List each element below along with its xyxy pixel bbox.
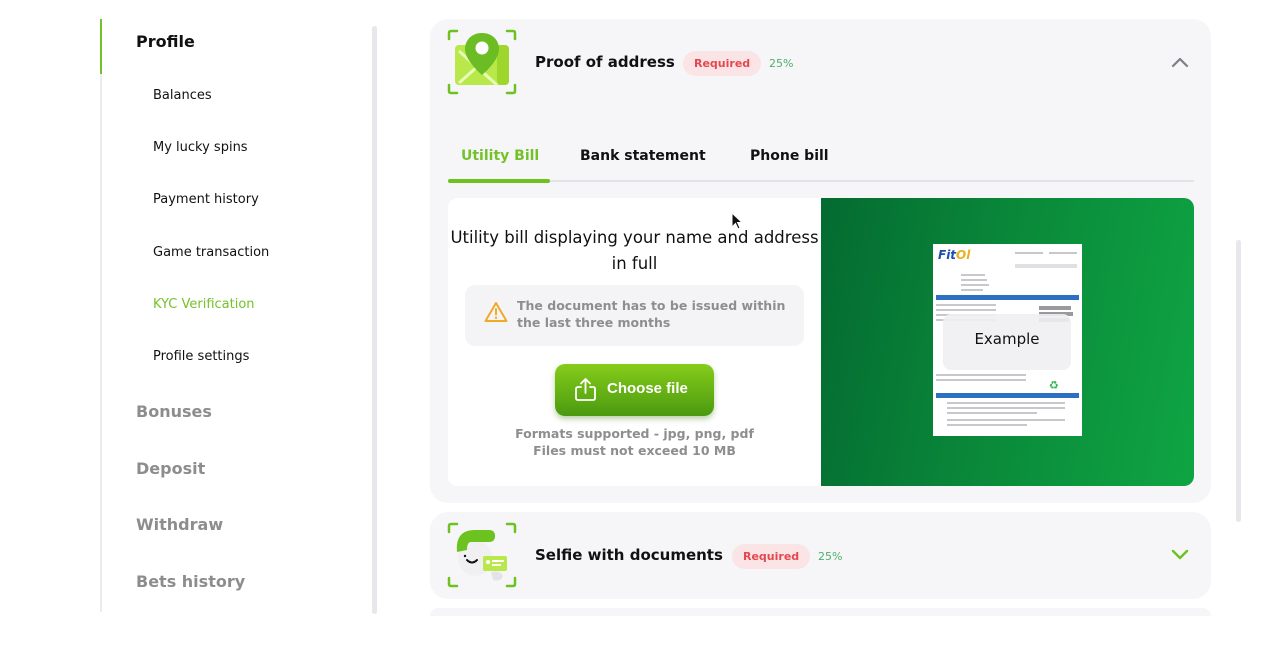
progress-percent: 25% [769,57,794,70]
sidebar-divider [100,19,102,612]
size-limit-text: Files must not exceed 10 MB [533,443,736,458]
formats-supported-text: Formats supported - jpg, png, pdf [515,426,754,441]
sidebar-item-kyc-verification[interactable]: KYC Verification [153,297,255,312]
recycle-icon: ♻ [1049,379,1059,392]
upload-instructions: Utility bill displaying your name and ad… [448,198,821,486]
selfie-id-icon [447,522,517,588]
proof-of-address-header[interactable]: Proof of address Required 25% [430,19,1211,107]
warning-box: The document has to be issued within the… [465,285,804,346]
tab-track [448,180,1194,182]
card-title: Proof of address [535,53,675,71]
sidebar-scrollbar[interactable] [372,26,377,614]
example-bill-logo: FitOl [938,248,971,262]
proof-of-address-card: Proof of address Required 25% Utility Bi… [430,19,1211,503]
example-label: Example [974,330,1040,348]
sidebar-item-balances[interactable]: Balances [153,88,212,103]
example-overlay: Example [943,314,1071,370]
sidebar-active-indicator [100,19,102,74]
example-preview: FitOl ♻ Example [821,198,1194,486]
document-type-tabs: Utility Bill Bank statement Phone bill [448,146,1194,183]
sidebar-item-bonuses[interactable]: Bonuses [136,402,212,421]
tab-utility-bill[interactable]: Utility Bill [461,148,539,164]
upload-icon [575,378,596,401]
document-requirement-title: Utility bill displaying your name and ad… [450,228,819,273]
file-requirements: Formats supported - jpg, png, pdf Files … [448,425,821,459]
progress-percent: 25% [818,550,843,563]
choose-file-label: Choose file [607,380,688,397]
selfie-with-documents-card: Selfie with documents Required 25% [430,512,1211,599]
main-scrollbar[interactable] [1236,240,1241,522]
sidebar-item-bets-history[interactable]: Bets history [136,572,245,591]
choose-file-button[interactable]: Choose file [555,364,714,416]
next-verification-card[interactable] [430,608,1211,616]
sidebar-item-profile-settings[interactable]: Profile settings [153,349,249,364]
active-tab-indicator [448,179,550,183]
required-badge: Required [683,51,762,76]
warning-icon [484,302,508,322]
sidebar-item-profile[interactable]: Profile [136,32,195,51]
sidebar-item-payment-history[interactable]: Payment history [153,192,259,207]
card-title: Selfie with documents [535,546,723,564]
sidebar-item-withdraw[interactable]: Withdraw [136,515,223,534]
map-pin-icon [447,29,517,95]
required-badge: Required [732,544,811,569]
profile-sidebar: Profile Balances My lucky spins Payment … [100,19,380,614]
upload-panel: Utility bill displaying your name and ad… [448,198,1194,486]
tab-phone-bill[interactable]: Phone bill [750,148,829,164]
warning-text: The document has to be issued within the… [517,298,786,330]
chevron-down-icon[interactable] [1171,548,1189,562]
tab-bank-statement[interactable]: Bank statement [580,148,706,164]
selfie-with-documents-header[interactable]: Selfie with documents Required 25% [430,512,1211,600]
sidebar-item-my-lucky-spins[interactable]: My lucky spins [153,140,248,155]
chevron-up-icon[interactable] [1171,55,1189,69]
sidebar-item-deposit[interactable]: Deposit [136,459,205,478]
sidebar-item-game-transaction[interactable]: Game transaction [153,245,269,260]
